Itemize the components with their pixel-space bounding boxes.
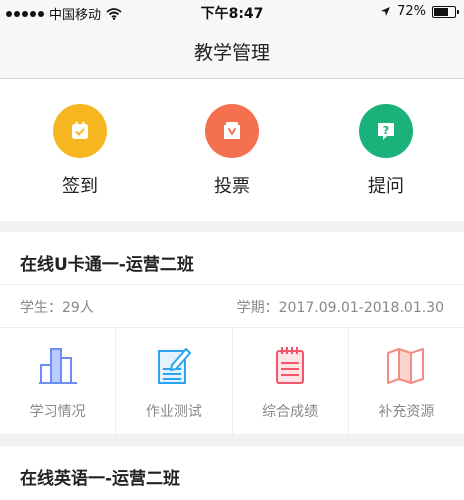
extra-resources-button[interactable]: 补充资源 bbox=[349, 327, 464, 434]
checkin-icon bbox=[53, 104, 107, 158]
nav-bar: 教学管理 bbox=[0, 24, 464, 79]
class-title: 在线U卡通一-运营二班 bbox=[20, 255, 194, 275]
checkin-label: 签到 bbox=[62, 176, 98, 197]
overall-score-label: 综合成绩 bbox=[262, 404, 319, 420]
status-bar: 中国移动 下午8:47 72% bbox=[0, 0, 464, 24]
homework-test-label: 作业测试 bbox=[145, 404, 202, 420]
class-card[interactable]: 在线U卡通一-运营二班 学生：29人 学期：2017.09.01-2018.01… bbox=[0, 232, 464, 434]
vote-label: 投票 bbox=[214, 176, 250, 197]
vote-icon bbox=[205, 104, 259, 158]
homework-test-button[interactable]: 作业测试 bbox=[116, 327, 233, 434]
battery-fill bbox=[434, 7, 448, 16]
quick-actions: 签到 投票 ? 提问 bbox=[0, 79, 464, 221]
map-icon bbox=[387, 348, 425, 384]
location-arrow-icon bbox=[381, 7, 391, 16]
bar-chart-icon bbox=[38, 348, 77, 384]
study-status-label: 学习情况 bbox=[29, 404, 86, 420]
notebook-icon bbox=[276, 347, 305, 384]
extra-resources-label: 补充资源 bbox=[378, 404, 435, 420]
status-right: 72% bbox=[380, 4, 459, 19]
page-title: 教学管理 bbox=[193, 42, 270, 64]
class-card[interactable]: 在线英语一-运营二班 bbox=[0, 446, 464, 500]
class-tools: 学习情况 作业测试 综合成绩 补充资源 bbox=[0, 327, 464, 434]
battery-percent: 72% bbox=[397, 4, 426, 19]
student-count: 学生：29人 bbox=[20, 300, 94, 316]
study-status-button[interactable]: 学习情况 bbox=[0, 327, 117, 434]
overall-score-button[interactable]: 综合成绩 bbox=[233, 327, 349, 434]
class-meta: 学生：29人 学期：2017.09.01-2018.01.30 bbox=[0, 284, 464, 328]
term-range: 学期：2017.09.01-2018.01.30 bbox=[236, 300, 444, 316]
checkin-button[interactable]: 签到 bbox=[20, 104, 140, 198]
battery-icon bbox=[432, 5, 459, 18]
svg-text:?: ? bbox=[383, 124, 389, 137]
homework-icon bbox=[157, 348, 191, 384]
question-button[interactable]: ? 提问 bbox=[326, 104, 446, 198]
question-icon: ? bbox=[359, 104, 413, 158]
vote-button[interactable]: 投票 bbox=[172, 104, 292, 198]
question-label: 提问 bbox=[368, 176, 404, 197]
class-title: 在线英语一-运营二班 bbox=[20, 469, 181, 489]
